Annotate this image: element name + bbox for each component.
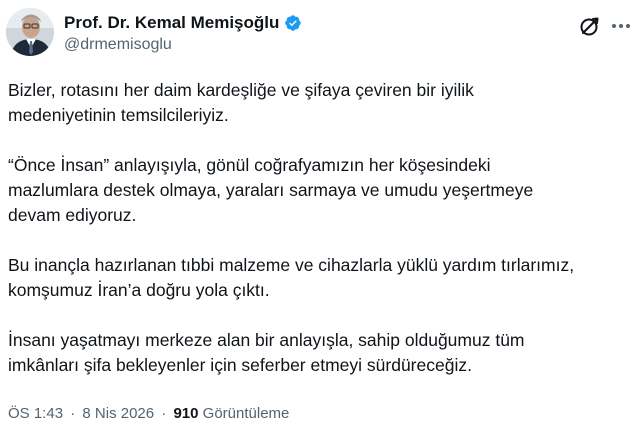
grok-icon[interactable] [578, 14, 602, 38]
avatar[interactable] [6, 8, 54, 56]
tweet-meta: ÖS 1:43 · 8 Nis 2026 · 910 Görüntüleme [8, 405, 289, 422]
tweet-line: medeniyetinin temsilcileriyiz. [8, 105, 229, 125]
meta-separator: · [70, 405, 76, 422]
more-dot [619, 24, 623, 28]
more-icon[interactable] [609, 16, 633, 36]
tweet-line: komşumuz İran’a doğru yola çıktı. [8, 280, 270, 300]
tweet-line: “Önce İnsan” anlayışıyla, gönül coğrafya… [8, 155, 491, 175]
author-name-row: Prof. Dr. Kemal Memişoğlu [64, 13, 302, 33]
tweet-line: imkânları şifa bekleyenler için seferber… [8, 355, 472, 375]
tweet-time: ÖS 1:43 [8, 405, 64, 422]
tweet-line: İnsanı yaşatmayı merkeze alan bir anlayı… [8, 330, 525, 350]
views-count: 910 [173, 405, 199, 422]
author-handle[interactable]: @drmemisoglu [64, 36, 172, 54]
tweet-paragraph: İnsanı yaşatmayı merkeze alan bir anlayı… [8, 328, 636, 378]
tweet-line: Bizler, rotasını her daim kardeşliğe ve … [8, 80, 474, 100]
views-label: Görüntüleme [202, 405, 290, 422]
tweet-text: Bizler, rotasını her daim kardeşliğe ve … [8, 78, 636, 403]
more-dot [626, 24, 630, 28]
tweet-date: 8 Nis 2026 [82, 405, 155, 422]
tweet-timestamp[interactable]: ÖS 1:43 · 8 Nis 2026 [8, 405, 154, 422]
verified-badge-icon[interactable] [284, 14, 302, 32]
author-display-name[interactable]: Prof. Dr. Kemal Memişoğlu [64, 13, 279, 33]
more-dot [612, 24, 616, 28]
avatar-image [6, 8, 54, 56]
tweet-paragraph: “Önce İnsan” anlayışıyla, gönül coğrafya… [8, 153, 636, 228]
tweet-paragraph: Bu inançla hazırlanan tıbbi malzeme ve c… [8, 253, 636, 303]
tweet-line: Bu inançla hazırlanan tıbbi malzeme ve c… [8, 255, 575, 275]
meta-separator: · [161, 405, 167, 422]
tweet-line: devam ediyoruz. [8, 205, 137, 225]
tweet-paragraph: Bizler, rotasını her daim kardeşliğe ve … [8, 78, 636, 128]
tweet-line: mazlumlara destek olmaya, yaraları sarma… [8, 180, 534, 200]
